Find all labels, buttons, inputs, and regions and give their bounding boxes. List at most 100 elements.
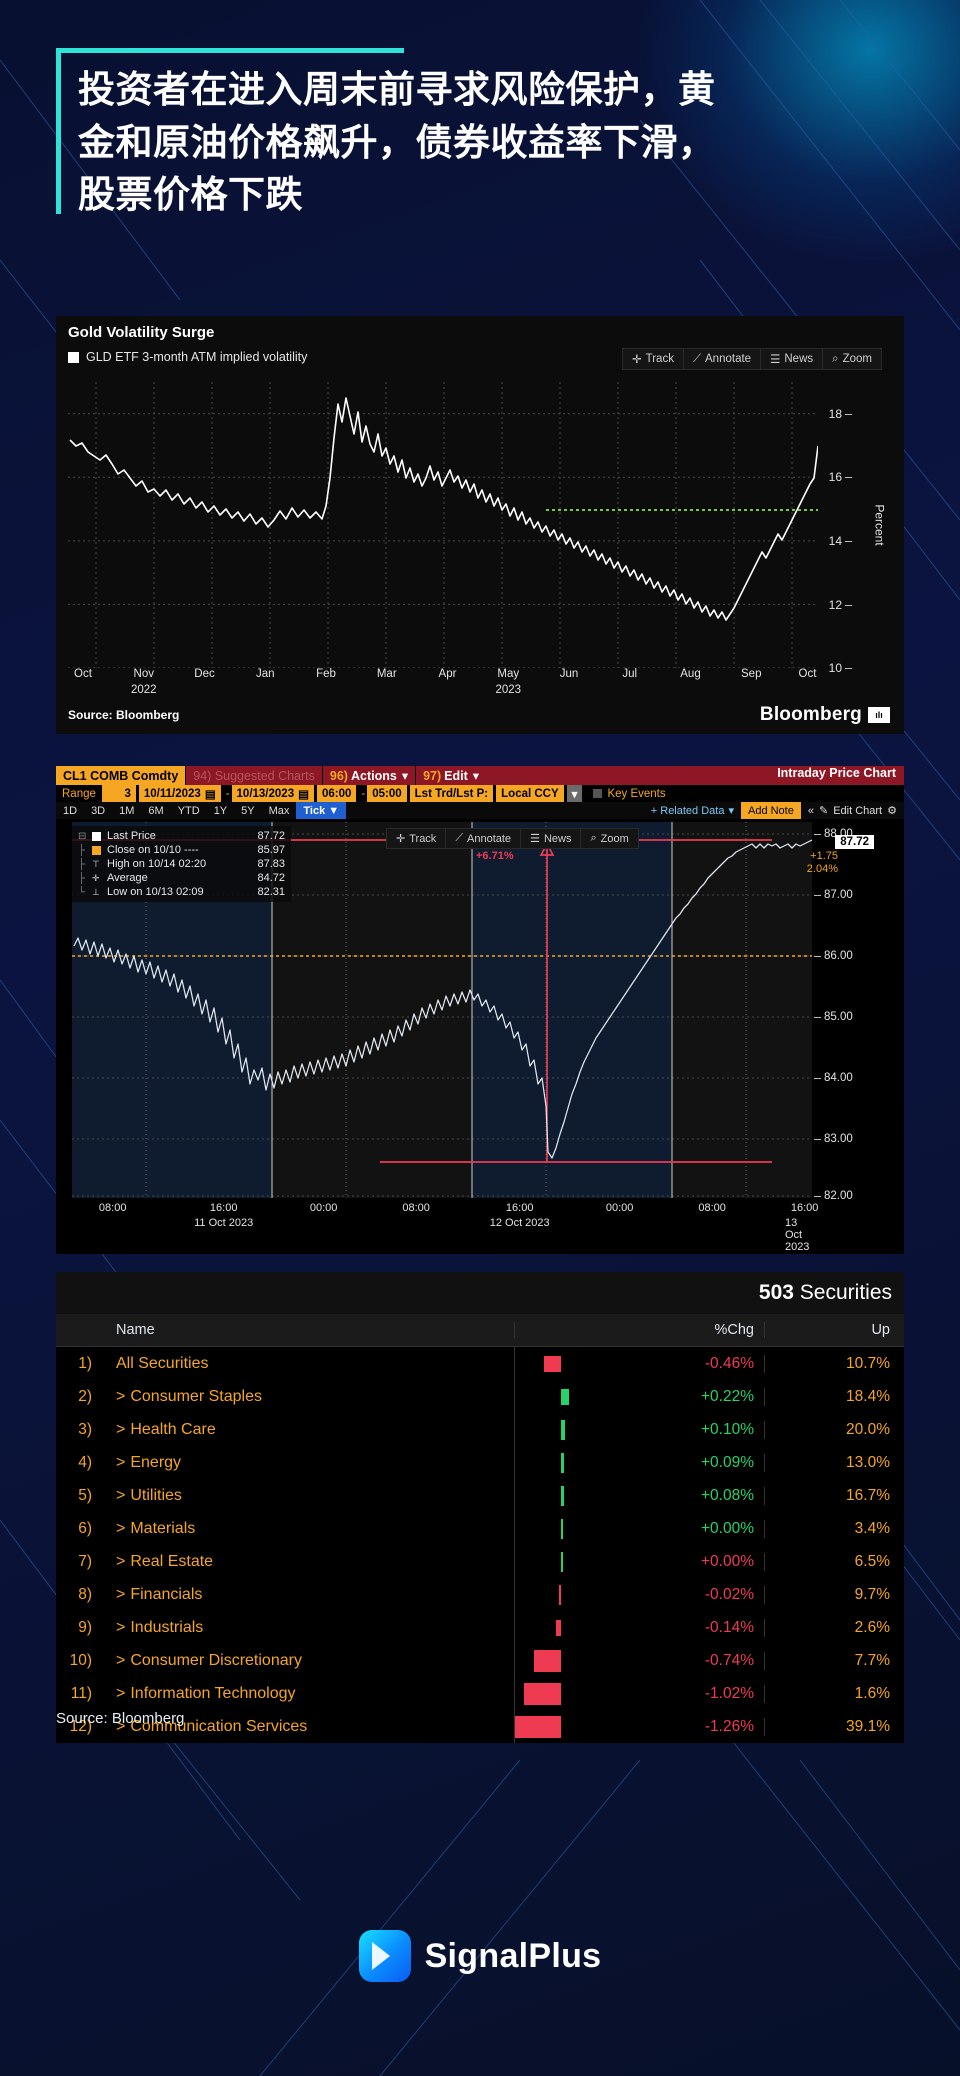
table-row[interactable]: 6)>Materials+0.00%3.4% — [56, 1512, 904, 1545]
column-header-chg[interactable]: %Chg — [514, 1322, 764, 1338]
tree-toggle-icon[interactable]: ⊟ — [78, 831, 92, 842]
expand-caret-icon[interactable]: > — [116, 1553, 125, 1570]
chart2-ytick-4: 84.00 — [824, 1072, 853, 1084]
table-row[interactable]: 10)>Consumer Discretionary-0.74%7.7% — [56, 1644, 904, 1677]
chart2-xtick-2: 00:00 — [310, 1202, 338, 1214]
table-header: 503 Securities — [56, 1272, 904, 1314]
change-percent-value: -0.14% — [705, 1619, 754, 1637]
expand-caret-icon[interactable]: > — [116, 1586, 125, 1603]
row-number: 8) — [56, 1586, 96, 1604]
period-5y[interactable]: 5Y — [234, 802, 261, 819]
bloomberg-mark-icon: ılı — [868, 707, 890, 723]
track-button[interactable]: ✛Track — [386, 828, 445, 849]
table-row[interactable]: 5)>Utilities+0.08%16.7% — [56, 1479, 904, 1512]
row-change-cell: -0.74% — [514, 1644, 764, 1677]
currency-value: Local CCY — [501, 788, 559, 800]
period-1d[interactable]: 1D — [56, 802, 84, 819]
expand-caret-icon[interactable]: > — [116, 1421, 125, 1438]
news-button[interactable]: ☰News — [520, 828, 580, 849]
currency-field[interactable]: Local CCY — [496, 785, 564, 802]
row-name[interactable]: > Materials — [96, 1520, 514, 1538]
row-up-percent: 18.4% — [764, 1388, 904, 1406]
edit-chart-button[interactable]: «✎Edit Chart⚙ — [801, 802, 904, 819]
row-up-percent: 13.0% — [764, 1454, 904, 1472]
table-row[interactable]: 4)>Energy+0.09%13.0% — [56, 1446, 904, 1479]
table-row[interactable]: 9)>Industrials-0.14%2.6% — [56, 1611, 904, 1644]
chart2-toolbar[interactable]: ✛Track ⟋Annotate ☰News ⌕Zoom — [386, 828, 639, 849]
row-up-percent: 7.7% — [764, 1652, 904, 1670]
trade-type-field[interactable]: Lst Trd/Lst P: — [410, 785, 493, 802]
annotate-button[interactable]: ⟋Annotate — [683, 348, 760, 370]
row-name[interactable]: >Consumer Staples — [96, 1388, 514, 1406]
change-bar — [561, 1519, 563, 1539]
security-count-label: Securities — [800, 1281, 892, 1304]
security-count-value: 503 — [759, 1281, 794, 1304]
period-1y[interactable]: 1Y — [207, 802, 234, 819]
headline-left-rule — [56, 52, 61, 214]
column-header-up[interactable]: Up — [764, 1322, 904, 1338]
legend-name: Close on 10/10 ---- — [107, 844, 245, 856]
average-marker-icon: ✛ — [92, 874, 101, 883]
news-icon: ☰ — [530, 832, 540, 845]
row-up-percent: 1.6% — [764, 1685, 904, 1703]
row-name[interactable]: >Consumer Discretionary — [96, 1652, 514, 1670]
interval-dropdown[interactable]: Tick ▼ — [296, 802, 346, 819]
time-from-field[interactable]: 06:00 — [317, 785, 356, 802]
expand-caret-icon[interactable]: > — [116, 1520, 125, 1537]
track-button[interactable]: ✛Track — [622, 348, 683, 370]
terminal-period-bar: 1D 3D 1M 6M YTD 1Y 5Y Max Tick ▼ + Relat… — [56, 802, 904, 819]
row-name[interactable]: >Financials — [96, 1586, 514, 1604]
row-name[interactable]: >Utilities — [96, 1487, 514, 1505]
zoom-button[interactable]: ⌕Zoom — [822, 348, 882, 370]
expand-caret-icon[interactable]: > — [116, 1487, 125, 1504]
add-note-button[interactable]: Add Note — [741, 802, 801, 819]
time-to-field[interactable]: 05:00 — [367, 785, 406, 802]
row-name[interactable]: >Industrials — [96, 1619, 514, 1637]
table-row[interactable]: 11)>Information Technology-1.02%1.6% — [56, 1677, 904, 1710]
date-range-dash: - — [224, 785, 232, 802]
actions-menu[interactable]: 96)Actions▾ — [323, 766, 415, 785]
zoom-button[interactable]: ⌕Zoom — [580, 828, 638, 849]
table-row[interactable]: 8)>Financials-0.02%9.7% — [56, 1578, 904, 1611]
row-name[interactable]: > Energy — [96, 1454, 514, 1472]
related-data-button[interactable]: + Related Data▾ — [644, 802, 741, 819]
period-ytd[interactable]: YTD — [171, 802, 207, 819]
row-name[interactable]: >Information Technology — [96, 1685, 514, 1703]
currency-dropdown-button[interactable]: ▾ — [567, 785, 583, 802]
annotate-label: Annotate — [705, 353, 751, 365]
suggested-charts-button[interactable]: 94) Suggested Charts — [186, 766, 322, 785]
column-header-name[interactable]: Name — [96, 1322, 514, 1338]
news-button[interactable]: ☰News — [760, 348, 822, 370]
expand-caret-icon[interactable]: > — [116, 1388, 125, 1405]
table-row[interactable]: 3)>Health Care+0.10%20.0% — [56, 1413, 904, 1446]
date-to-field[interactable]: 10/13/2023▤ — [232, 785, 314, 802]
expand-caret-icon[interactable]: > — [116, 1685, 125, 1702]
expand-caret-icon[interactable]: > — [116, 1652, 125, 1669]
ticker-field[interactable]: CL1 COMB Comdty — [56, 766, 185, 785]
row-change-cell: +0.00% — [514, 1512, 764, 1545]
period-1m[interactable]: 1M — [112, 802, 141, 819]
chart1-xtick-8: Jun — [560, 668, 579, 680]
edit-menu[interactable]: 97)Edit▾ — [416, 766, 486, 785]
annotate-button[interactable]: ⟋Annotate — [445, 828, 520, 849]
row-name[interactable]: All Securities — [96, 1355, 514, 1373]
period-max[interactable]: Max — [262, 802, 297, 819]
chart1-toolbar[interactable]: ✛Track ⟋Annotate ☰News ⌕Zoom — [622, 348, 882, 370]
legend-value: 82.31 — [245, 886, 285, 898]
row-name-label: Materials — [130, 1520, 195, 1537]
table-row[interactable]: 1)All Securities-0.46%10.7% — [56, 1347, 904, 1380]
expand-caret-icon[interactable]: > — [116, 1619, 125, 1636]
row-name-label: Energy — [130, 1454, 181, 1471]
table-row[interactable]: 2)>Consumer Staples+0.22%18.4% — [56, 1380, 904, 1413]
range-number-field[interactable]: 3 — [102, 785, 136, 802]
change-percent-value: -0.46% — [705, 1355, 754, 1373]
period-3d[interactable]: 3D — [84, 802, 112, 819]
key-events-toggle[interactable]: Key Events — [585, 785, 665, 802]
date-from-field[interactable]: 10/11/2023▤ — [139, 785, 221, 802]
row-name[interactable]: >Real Estate — [96, 1553, 514, 1571]
table-row[interactable]: 7)>Real Estate+0.00%6.5% — [56, 1545, 904, 1578]
period-6m[interactable]: 6M — [141, 802, 170, 819]
change-percent-value: -0.74% — [705, 1652, 754, 1670]
expand-caret-icon[interactable]: > — [116, 1454, 125, 1471]
row-name[interactable]: >Health Care — [96, 1421, 514, 1439]
